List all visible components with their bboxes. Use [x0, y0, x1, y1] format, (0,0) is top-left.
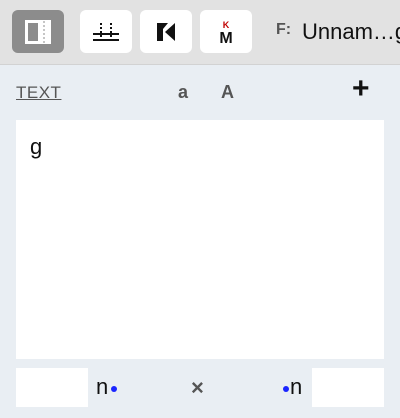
- svg-text:M: M: [219, 30, 232, 45]
- file-label: F:: [276, 21, 292, 38]
- uppercase-button[interactable]: A: [221, 82, 234, 103]
- add-button[interactable]: +: [352, 74, 370, 104]
- right-kern-field[interactable]: [312, 368, 384, 407]
- svg-text:K: K: [223, 20, 230, 30]
- file-name[interactable]: Unnam…g: [302, 19, 400, 45]
- right-dot-icon: [283, 386, 289, 392]
- text-editor[interactable]: g: [16, 120, 384, 359]
- left-glyph: n: [96, 374, 109, 399]
- kerning-k-icon: [157, 22, 175, 41]
- right-glyph: n: [290, 374, 303, 399]
- text-bar: TEXT a A +: [0, 64, 400, 120]
- swap-button[interactable]: ×: [191, 375, 204, 401]
- toolbar: K M F: Unnam…g: [0, 0, 400, 65]
- editor-content[interactable]: g: [30, 134, 42, 160]
- metrics-button[interactable]: [80, 10, 132, 53]
- left-dot-icon: [111, 386, 117, 392]
- kerning-button[interactable]: [140, 10, 192, 53]
- kerning-bar: n × n: [0, 359, 400, 418]
- left-kern-field[interactable]: [16, 368, 88, 407]
- text-tab[interactable]: TEXT: [16, 83, 61, 103]
- lowercase-button[interactable]: a: [178, 82, 188, 103]
- sidebar-toggle-button[interactable]: [12, 10, 64, 53]
- sidebar-panel-icon: [25, 19, 51, 44]
- metrics-ruler-icon: [93, 22, 119, 41]
- km-glyph-button[interactable]: K M: [200, 10, 252, 53]
- km-glyph-icon: K M: [219, 20, 232, 45]
